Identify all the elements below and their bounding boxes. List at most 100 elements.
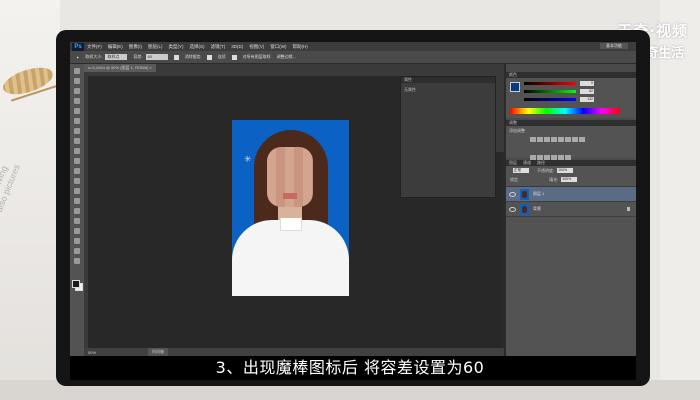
tolerance-input[interactable]: 60: [145, 54, 168, 60]
layer-controls: 正常 不透明度: 100% 锁定: 填充: 100%: [506, 166, 636, 187]
healing-tool-icon[interactable]: [74, 128, 80, 134]
antialias-label: 消除锯齿: [184, 54, 201, 59]
fill-input[interactable]: 100%: [561, 177, 578, 182]
zoom-level[interactable]: 50%: [88, 350, 96, 355]
menu-type[interactable]: 类型(Y): [169, 44, 184, 50]
adjustments-panel: 调整 添加调整: [506, 120, 636, 160]
red-slider[interactable]: [524, 82, 576, 85]
lock-row: 锁定: 填充: 100%: [506, 175, 636, 184]
tools-panel: [70, 64, 84, 356]
menu-image[interactable]: 图像(I): [129, 44, 142, 50]
shape-tool-icon[interactable]: [74, 238, 80, 244]
menu-window[interactable]: 窗口(W): [270, 44, 286, 50]
photo-shirt: [232, 220, 349, 296]
color-balance-icon[interactable]: [572, 137, 578, 142]
layer-name: 背景: [533, 206, 541, 211]
tab-layers[interactable]: 图层: [506, 160, 520, 166]
zoom-tool-icon[interactable]: [74, 258, 80, 264]
tolerance-label: 容差:: [133, 54, 143, 59]
menu-edit[interactable]: 编辑(E): [108, 44, 123, 50]
magic-wand-icon[interactable]: [74, 98, 80, 104]
brightness-icon[interactable]: [530, 137, 536, 142]
crop-tool-icon[interactable]: [74, 108, 80, 114]
menu-filter[interactable]: 滤镜(T): [211, 44, 226, 50]
magic-wand-cursor-icon: ✳: [244, 154, 252, 164]
sample-size-label: 取样大小:: [85, 54, 103, 59]
opacity-input[interactable]: 100%: [557, 168, 574, 173]
red-value[interactable]: 0: [580, 81, 594, 86]
hue-icon[interactable]: [565, 137, 571, 142]
layer-thumbnail: [520, 203, 529, 215]
curves-icon[interactable]: [544, 137, 550, 142]
menu-view[interactable]: 视图(V): [249, 44, 264, 50]
move-tool-icon[interactable]: [74, 68, 80, 74]
timeline-tab[interactable]: 时间轴: [148, 348, 168, 356]
pen-tool-icon[interactable]: [74, 208, 80, 214]
status-bar: 50% 时间轴: [84, 348, 504, 356]
document-tab-bar: u=3,2064 @ 50% (图层 1, RGB/8) ×: [84, 64, 504, 72]
dodge-tool-icon[interactable]: [74, 198, 80, 204]
panel-icon-strip: [496, 72, 504, 152]
photoshop-window: Ps 文件(F) 编辑(E) 图像(I) 图层(L) 类型(Y) 选择(S) 滤…: [70, 42, 636, 356]
layer-row-background[interactable]: 背景: [506, 202, 636, 217]
green-slider[interactable]: [524, 90, 576, 93]
refine-edge-button[interactable]: 调整边缘...: [277, 54, 296, 60]
menu-select[interactable]: 选择(S): [190, 44, 205, 50]
visibility-eye-icon[interactable]: [509, 206, 516, 212]
blur-tool-icon[interactable]: [74, 188, 80, 194]
lock-label: 锁定:: [510, 176, 520, 182]
stamp-tool-icon[interactable]: [74, 148, 80, 154]
properties-panel: 属性 无属性: [400, 76, 496, 198]
magic-wand-tool-icon[interactable]: ✦: [76, 55, 79, 60]
levels-icon[interactable]: [537, 137, 543, 142]
gradient-tool-icon[interactable]: [74, 178, 80, 184]
layer-row-layer1[interactable]: 图层 1: [506, 187, 636, 202]
fill-label: 填充:: [549, 176, 559, 182]
tab-paths[interactable]: 路径: [534, 160, 548, 166]
visibility-eye-icon[interactable]: [509, 191, 516, 197]
green-value[interactable]: 62: [580, 89, 594, 94]
menu-help[interactable]: 帮助(H): [293, 44, 308, 50]
properties-title: 属性: [401, 77, 495, 83]
options-bar: ✦ 取样大小: 取样点 容差: 60 消除锯齿 连续 对所有图层取样 调整边缘.…: [70, 51, 636, 63]
menu-layer[interactable]: 图层(L): [148, 44, 163, 50]
lock-icon: [627, 207, 630, 211]
brush-tool-icon[interactable]: [74, 138, 80, 144]
all-layers-label: 对所有图层取样: [242, 54, 271, 59]
path-select-icon[interactable]: [74, 228, 80, 234]
opacity-label: 不透明度:: [537, 167, 555, 173]
adjustments-title: 调整: [506, 120, 636, 126]
tab-channels[interactable]: 通道: [520, 160, 534, 166]
blend-mode-select[interactable]: 正常: [513, 168, 529, 173]
blend-row: 正常 不透明度: 100%: [506, 166, 636, 175]
vibrance-icon[interactable]: [558, 137, 564, 142]
sample-size-select[interactable]: 取样点: [105, 54, 128, 60]
color-panel-title: 颜色: [506, 72, 636, 78]
all-layers-checkbox[interactable]: [231, 54, 237, 60]
hand-tool-icon[interactable]: [74, 248, 80, 254]
foreground-color-swatch[interactable]: [72, 280, 80, 288]
lasso-tool-icon[interactable]: [74, 88, 80, 94]
caption-text: 3、出现魔棒图标后 将容差设置为60: [215, 358, 485, 377]
contiguous-label: 连续: [217, 54, 226, 59]
layers-panel: 图层 通道 路径 正常 不透明度: 100% 锁定: 填充: 100% 图层 1…: [506, 160, 636, 356]
antialias-checkbox[interactable]: [173, 54, 179, 60]
contiguous-checkbox[interactable]: [206, 54, 212, 60]
bw-icon[interactable]: [579, 137, 585, 142]
workspace-button[interactable]: 基本功能: [600, 43, 628, 49]
type-tool-icon[interactable]: [74, 218, 80, 224]
color-foreground-chip[interactable]: [510, 82, 520, 92]
eyedropper-tool-icon[interactable]: [74, 118, 80, 124]
blue-slider[interactable]: [524, 98, 576, 101]
eraser-tool-icon[interactable]: [74, 168, 80, 174]
exposure-icon[interactable]: [551, 137, 557, 142]
blue-value[interactable]: 132: [580, 97, 594, 102]
document-tab[interactable]: u=3,2064 @ 50% (图层 1, RGB/8) ×: [84, 64, 156, 72]
marquee-tool-icon[interactable]: [74, 78, 80, 84]
menu-3d[interactable]: 3D(D): [231, 44, 243, 49]
color-spectrum[interactable]: [510, 108, 620, 114]
history-brush-icon[interactable]: [74, 158, 80, 164]
layer-name: 图层 1: [533, 191, 545, 196]
menu-file[interactable]: 文件(F): [87, 44, 102, 50]
id-photo[interactable]: [232, 120, 349, 296]
